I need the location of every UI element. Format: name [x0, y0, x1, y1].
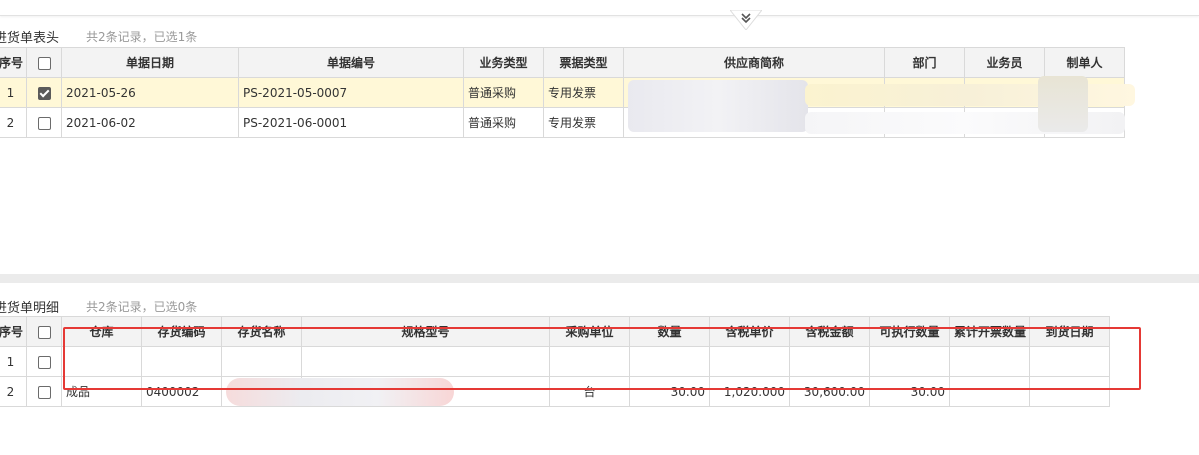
col-invoice-type[interactable]: 票据类型 [543, 47, 624, 78]
col-maker[interactable]: 制单人 [1044, 47, 1125, 78]
row-select[interactable] [26, 107, 62, 138]
row-select[interactable] [26, 346, 62, 377]
cell-invoice-type[interactable]: 专用发票 [543, 77, 624, 108]
collapse-toggle[interactable] [730, 10, 762, 30]
cell-invoice-type[interactable]: 专用发票 [543, 107, 624, 138]
detail-section-title: 进货单明细 [0, 301, 60, 316]
row-select[interactable] [26, 376, 62, 407]
col-seq[interactable]: 序号 [0, 316, 27, 347]
col-seq[interactable]: 序号 [0, 47, 27, 78]
col-clerk[interactable]: 业务员 [964, 47, 1045, 78]
top-toolbar [0, 0, 1199, 16]
detail-record-count: 共2条记录，已选0条 [86, 300, 198, 314]
row-checkbox[interactable] [37, 116, 51, 130]
row-checkbox[interactable] [37, 86, 51, 100]
cell-biz-type[interactable]: 普通采购 [463, 107, 544, 138]
row-checkbox[interactable] [37, 355, 51, 369]
row-seq: 2 [0, 376, 27, 407]
row-select[interactable] [26, 77, 62, 108]
cell-date[interactable]: 2021-05-26 [61, 77, 239, 108]
header-section-title: 进货单表头 [0, 31, 60, 46]
row-seq: 2 [0, 107, 27, 138]
row-seq: 1 [0, 346, 27, 377]
select-all-checkbox[interactable] [37, 56, 51, 70]
double-chevron-down-icon [730, 10, 762, 30]
col-dept[interactable]: 部门 [884, 47, 965, 78]
cell-biz-type[interactable]: 普通采购 [463, 77, 544, 108]
col-date[interactable]: 单据日期 [61, 47, 239, 78]
redacted-maker [1038, 76, 1088, 132]
col-select-all[interactable] [26, 316, 62, 347]
select-all-checkbox[interactable] [37, 325, 51, 339]
col-supplier[interactable]: 供应商简称 [623, 47, 885, 78]
section-divider[interactable] [0, 274, 1199, 283]
cell-code[interactable]: PS-2021-05-0007 [238, 77, 464, 108]
redacted-supplier [628, 80, 808, 132]
col-select-all[interactable] [26, 47, 62, 78]
highlight-annotation-box [63, 327, 1141, 390]
col-code[interactable]: 单据编号 [238, 47, 464, 78]
col-biz-type[interactable]: 业务类型 [463, 47, 544, 78]
cell-code[interactable]: PS-2021-06-0001 [238, 107, 464, 138]
row-checkbox[interactable] [37, 385, 51, 399]
row-seq: 1 [0, 77, 27, 108]
header-record-count: 共2条记录，已选1条 [86, 30, 198, 44]
cell-date[interactable]: 2021-06-02 [61, 107, 239, 138]
